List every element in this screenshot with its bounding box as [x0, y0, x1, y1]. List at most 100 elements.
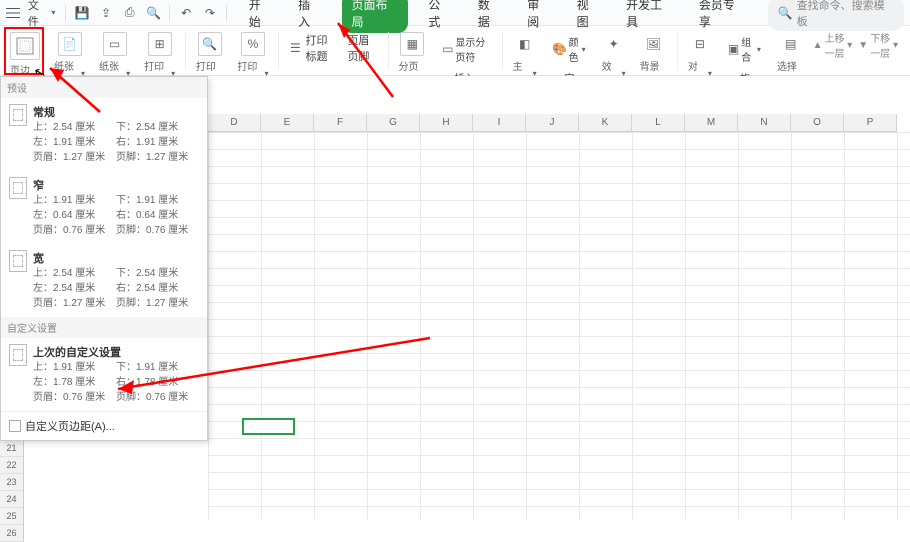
chevron-down-icon: ▾: [757, 45, 761, 54]
group-button[interactable]: ▣组合▾: [724, 32, 765, 66]
row-header[interactable]: 22: [0, 457, 24, 474]
send-backward-icon: ▼: [858, 40, 868, 51]
preset-normal[interactable]: 常规 上：2.54 厘米 下：2.54 厘米 左：1.91 厘米 右：1.91 …: [1, 98, 207, 171]
preset-name: 宽: [33, 250, 199, 266]
col-header[interactable]: J: [526, 114, 579, 132]
tab-view[interactable]: 视图: [571, 0, 606, 33]
ribbon-tabs: 开始 插入 页面布局 公式 数据 审阅 视图 开发工具 会员专享: [243, 0, 752, 33]
col-header[interactable]: G: [367, 114, 420, 132]
paper-size-icon: ▭: [103, 32, 127, 56]
print-titles-label: 打印标题: [305, 32, 335, 64]
print-preview-icon[interactable]: 🔍: [144, 4, 164, 22]
preset-name: 上次的自定义设置: [33, 344, 199, 360]
tab-formulas[interactable]: 公式: [422, 0, 457, 33]
save-icon[interactable]: 💾: [72, 4, 92, 22]
effects-icon: ✦: [602, 32, 626, 56]
col-header[interactable]: K: [579, 114, 632, 132]
show-breaks-icon: ▭: [442, 42, 453, 56]
page-break-preview-icon: ▦: [400, 32, 424, 56]
show-breaks-label: 显示分页符: [455, 34, 490, 64]
separator: [226, 5, 227, 21]
row-header[interactable]: 21: [0, 440, 24, 457]
col-header[interactable]: I: [473, 114, 526, 132]
app-menu-icon[interactable]: [6, 8, 20, 18]
preset-narrow[interactable]: 窄 上：1.91 厘米 下：1.91 厘米 左：0.64 厘米 右：0.64 厘…: [1, 171, 207, 244]
preset-value: 左：1.91 厘米: [33, 135, 116, 150]
col-header[interactable]: L: [632, 114, 685, 132]
preset-value: 左：0.64 厘米: [33, 208, 116, 223]
preset-icon: [9, 250, 27, 272]
preset-value: 页脚：0.76 厘米: [116, 390, 199, 405]
preset-icon: [9, 104, 27, 126]
tab-developer[interactable]: 开发工具: [620, 0, 679, 33]
preset-value: 右：0.64 厘米: [116, 208, 199, 223]
preset-value: 左：1.78 厘米: [33, 375, 116, 390]
col-header[interactable]: H: [420, 114, 473, 132]
header-footer-label: 页眉页脚: [347, 32, 377, 64]
tab-data[interactable]: 数据: [472, 0, 507, 33]
preset-icon: [9, 177, 27, 199]
tab-review[interactable]: 审阅: [521, 0, 556, 33]
print-area-icon: ⊞: [148, 32, 172, 56]
custom-margins-link[interactable]: 自定义页边距(A)...: [1, 411, 207, 440]
colors-label: 颜色: [569, 34, 579, 64]
preset-name: 窄: [33, 177, 199, 193]
preset-wide[interactable]: 宽 上：2.54 厘米 下：2.54 厘米 左：2.54 厘米 右：2.54 厘…: [1, 244, 207, 317]
group-label: 组合: [741, 34, 754, 64]
print-scale-icon: %: [241, 32, 265, 56]
col-header[interactable]: N: [738, 114, 791, 132]
tab-insert[interactable]: 插入: [292, 0, 327, 33]
preset-value: 页脚：1.27 厘米: [116, 150, 199, 165]
colors-button[interactable]: 🎨颜色▾: [549, 32, 590, 66]
ribbon-right: ▲上移一层▾ ▼下移一层▾: [813, 30, 906, 60]
preset-value: 页眉：0.76 厘米: [33, 223, 116, 238]
preset-value: 页眉：0.76 厘米: [33, 390, 116, 405]
print-icon[interactable]: ⎙: [120, 4, 140, 22]
tab-page-layout[interactable]: 页面布局: [342, 0, 409, 33]
preset-value: 右：1.78 厘米: [116, 375, 199, 390]
print-titles-button[interactable]: ☰ 打印标题: [283, 30, 339, 66]
row-header[interactable]: 26: [0, 525, 24, 542]
preset-value: 上：1.91 厘米: [33, 360, 116, 375]
row-header[interactable]: 23: [0, 474, 24, 491]
separator: [502, 32, 503, 70]
preset-value: 页脚：1.27 厘米: [116, 296, 199, 311]
active-cell[interactable]: [242, 418, 295, 435]
search-placeholder: 查找命令、搜索模板: [797, 0, 894, 29]
send-backward-button[interactable]: ▼下移一层▾: [858, 30, 898, 60]
theme-icon: ◧: [513, 32, 537, 56]
header-footer-button[interactable]: 页眉页脚: [341, 30, 383, 66]
align-icon: ⊟: [688, 32, 712, 56]
bring-forward-icon: ▲: [813, 40, 823, 51]
row-header[interactable]: 25: [0, 508, 24, 525]
file-menu-button[interactable]: 文件 ▾: [24, 0, 60, 31]
bring-forward-button[interactable]: ▲上移一层▾: [813, 30, 853, 60]
col-header[interactable]: D: [208, 114, 261, 132]
col-header[interactable]: F: [314, 114, 367, 132]
tab-member[interactable]: 会员专享: [693, 0, 752, 33]
show-breaks-button[interactable]: ▭显示分页符: [438, 32, 494, 66]
tab-home[interactable]: 开始: [243, 0, 278, 33]
chevron-down-icon: ▾: [582, 45, 586, 54]
preset-name: 常规: [33, 104, 199, 120]
preset-value: 下：2.54 厘米: [116, 120, 199, 135]
preset-value: 上：2.54 厘米: [33, 120, 116, 135]
preset-value: 页眉：1.27 厘米: [33, 296, 116, 311]
margins-icon: [10, 32, 40, 60]
search-box[interactable]: 🔍 查找命令、搜索模板: [768, 0, 904, 31]
preset-value: 上：2.54 厘米: [33, 266, 116, 281]
col-header[interactable]: P: [844, 114, 897, 132]
chevron-down-icon: ▾: [893, 40, 898, 51]
row-header[interactable]: 24: [0, 491, 24, 508]
col-header[interactable]: M: [685, 114, 738, 132]
share-icon[interactable]: ⇪: [96, 4, 116, 22]
preset-last-custom[interactable]: 上次的自定义设置 上：1.91 厘米 下：1.91 厘米 左：1.78 厘米 右…: [1, 338, 207, 411]
undo-icon[interactable]: ↶: [176, 4, 196, 22]
col-header[interactable]: O: [791, 114, 844, 132]
redo-icon[interactable]: ↷: [200, 4, 220, 22]
col-header[interactable]: E: [261, 114, 314, 132]
cell-grid[interactable]: [208, 132, 910, 520]
preset-value: 上：1.91 厘米: [33, 193, 116, 208]
preset-value: 右：2.54 厘米: [116, 281, 199, 296]
separator: [185, 32, 186, 70]
